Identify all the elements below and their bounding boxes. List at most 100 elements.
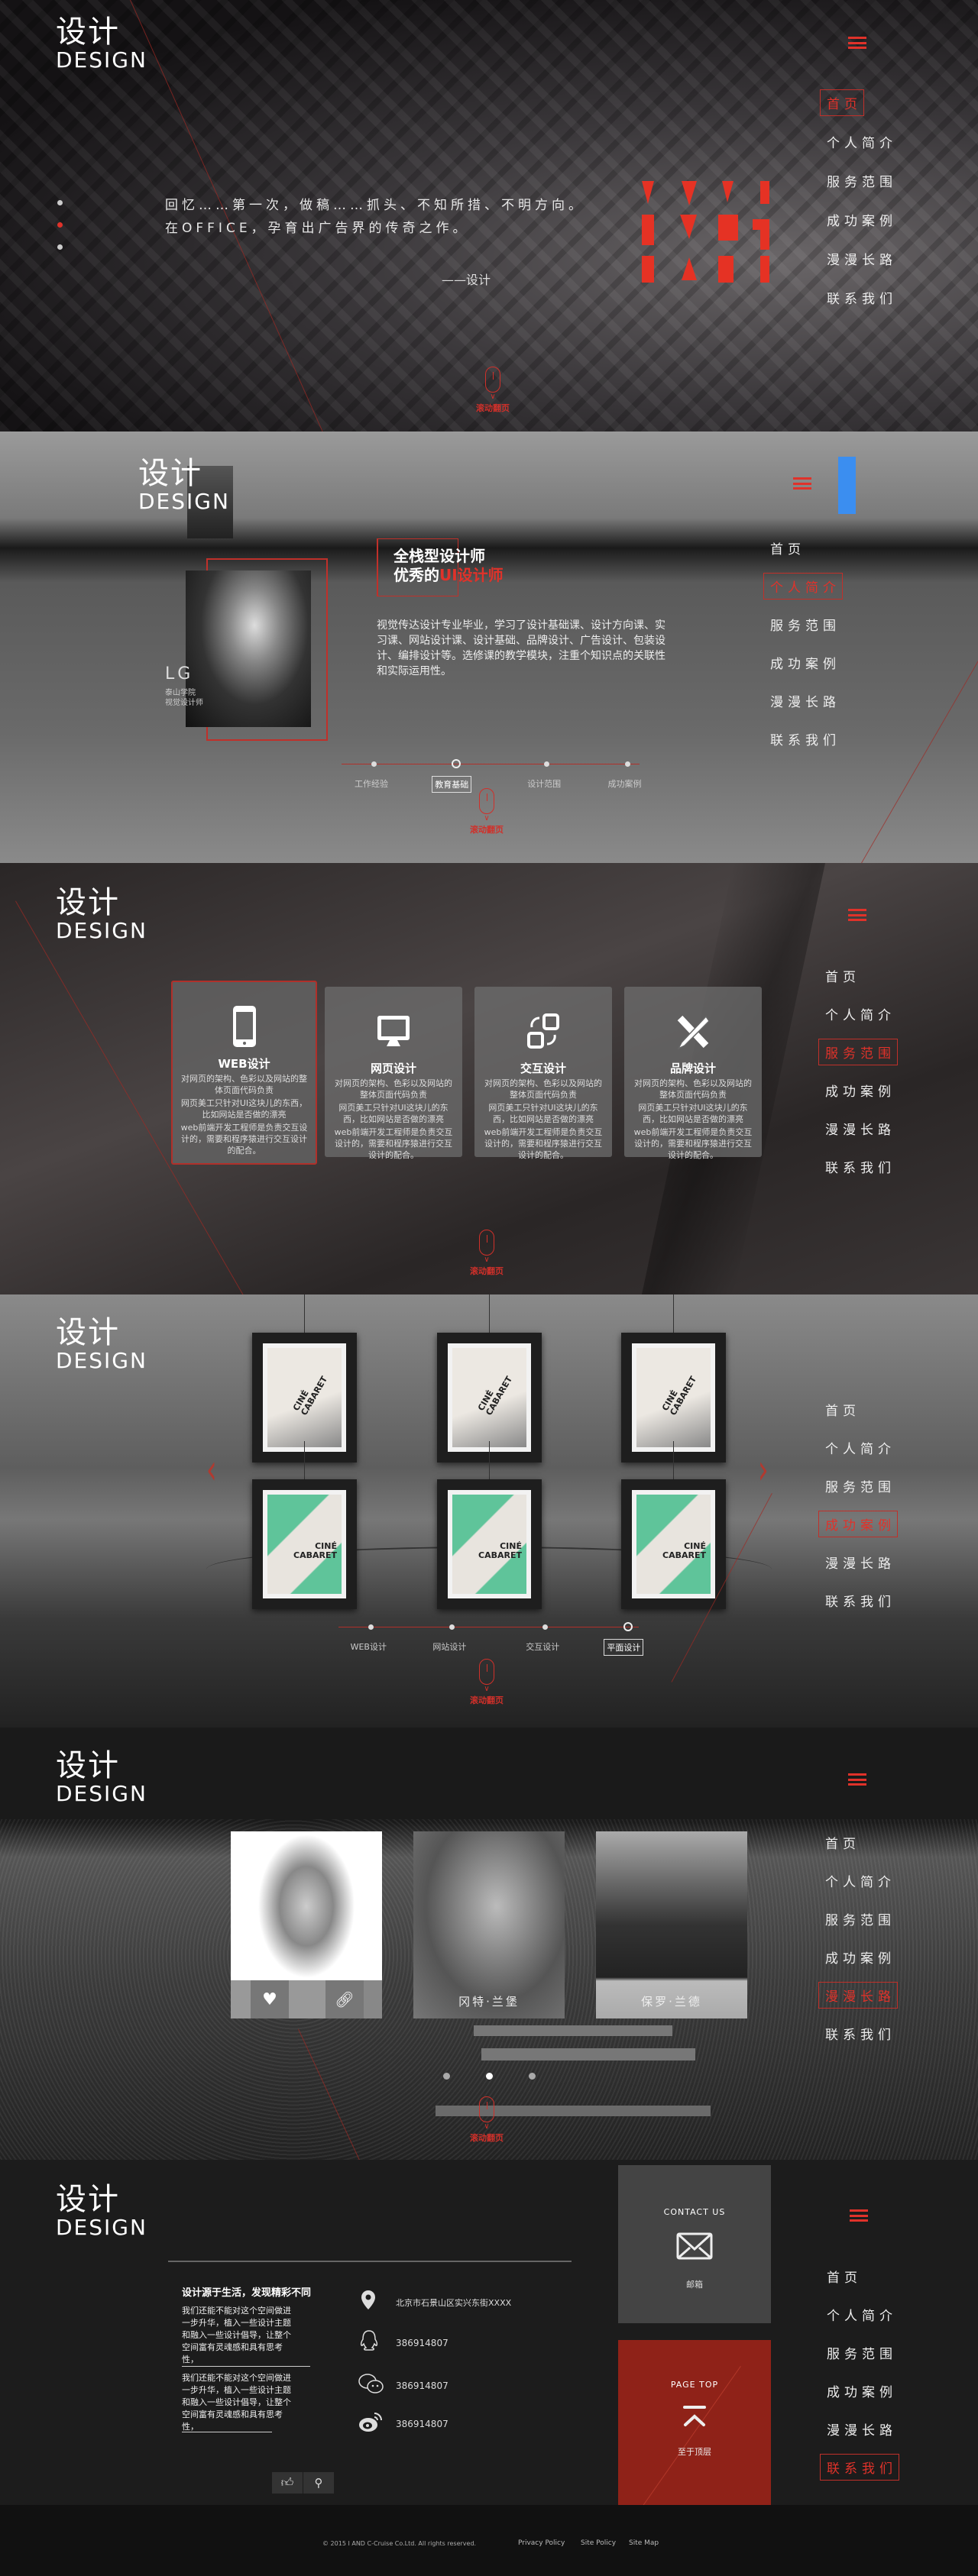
page-top-button[interactable]: PAGE TOP 至于顶层 — [618, 2340, 771, 2505]
nav-item-about[interactable]: 个人简介 — [827, 132, 897, 151]
nav-item-contact[interactable]: 联系我们 — [825, 1157, 895, 1176]
nav-item-home[interactable]: 首页 — [820, 89, 864, 116]
like-button[interactable]: 👍︎ — [272, 2472, 303, 2494]
logo[interactable]: 设计 DESIGN — [56, 2183, 155, 2244]
mouse-icon — [479, 2096, 494, 2122]
nav-item-services[interactable]: 服务范围 — [825, 1909, 895, 1928]
carousel-dot-active[interactable] — [486, 2073, 493, 2080]
nav-item-home[interactable]: 首页 — [825, 966, 860, 985]
slide-dot[interactable] — [57, 200, 63, 205]
timeline-label[interactable]: 设计范围 — [525, 776, 563, 791]
slide-dot-active[interactable] — [57, 222, 63, 228]
poster-frame[interactable]: CINÉ CABARET — [252, 1479, 357, 1609]
timeline-dot[interactable] — [452, 759, 461, 768]
menu-icon[interactable] — [848, 1773, 866, 1786]
nav-item-cases[interactable]: 成功案例 — [818, 1511, 898, 1537]
menu-icon[interactable] — [848, 909, 866, 921]
designer-card[interactable]: 冈特·兰堡 — [413, 1831, 565, 2018]
nav-item-about[interactable]: 个人简介 — [825, 1871, 895, 1890]
nav-item-home[interactable]: 首页 — [825, 1400, 860, 1419]
nav-item-contact[interactable]: 联系我们 — [820, 2454, 899, 2481]
nav-item-services[interactable]: 服务范围 — [827, 171, 897, 190]
nav-item-services[interactable]: 服务范围 — [818, 1039, 898, 1065]
service-card[interactable]: 网页设计 对网页的架构、色彩以及网站的整体页面代码负责 网页美工只针对UI这块儿的东… — [325, 987, 462, 1160]
timeline-label[interactable]: 交互设计 — [523, 1639, 562, 1654]
nav-item-about[interactable]: 个人简介 — [763, 573, 843, 600]
nav-item-cases[interactable]: 成功案例 — [825, 1081, 895, 1100]
timeline-dot[interactable] — [544, 761, 550, 767]
nav-item-journey[interactable]: 漫漫长路 — [818, 1982, 898, 2009]
nav-item-about[interactable]: 个人简介 — [825, 1438, 895, 1457]
nav-item-about[interactable]: 个人简介 — [827, 2305, 897, 2324]
nav-item-cases[interactable]: 成功案例 — [827, 210, 897, 229]
heart-icon[interactable]: ♥ — [251, 1980, 289, 2018]
menu-icon[interactable] — [850, 2209, 868, 2222]
timeline-dot[interactable] — [368, 1624, 374, 1630]
prev-arrow-icon[interactable]: ‹ — [206, 1446, 217, 1495]
timeline-dot[interactable] — [542, 1624, 549, 1630]
menu-icon[interactable] — [848, 37, 866, 49]
site-map-link[interactable]: Site Map — [629, 2539, 659, 2547]
timeline-label[interactable]: WEB设计 — [348, 1639, 389, 1654]
timeline-label[interactable]: 平面设计 — [604, 1639, 644, 1656]
scroll-hint-label: 滚动翻页 — [470, 2133, 504, 2143]
weibo-icon — [359, 2413, 382, 2432]
nav-item-contact[interactable]: 联系我们 — [770, 729, 840, 748]
designer-card[interactable]: 保罗·兰德 — [596, 1831, 747, 2018]
carousel-dot[interactable] — [443, 2073, 450, 2080]
nav-item-journey[interactable]: 漫漫长路 — [827, 249, 897, 268]
site-policy-link[interactable]: Site Policy — [581, 2539, 616, 2547]
logo[interactable]: 设计 DESIGN — [138, 457, 238, 518]
nav-item-cases[interactable]: 成功案例 — [827, 2381, 897, 2400]
nav-item-home[interactable]: 首页 — [770, 538, 805, 558]
hero-section: 设计 DESIGN 回忆……第一次，做稿……抓头、不知所措、不明方向。 在OFFI… — [0, 0, 978, 431]
next-arrow-icon[interactable]: › — [758, 1446, 769, 1495]
contact-us-box[interactable]: CONTACT US 邮箱 — [618, 2165, 771, 2323]
timeline-label[interactable]: 网站设计 — [430, 1639, 468, 1654]
nav-item-home[interactable]: 首页 — [827, 2267, 862, 2286]
service-card[interactable]: 交互设计 对网页的架构、色彩以及网站的整体页面代码负责 网页美工只针对UI这块儿的东… — [474, 987, 612, 1160]
share-button[interactable]: ⚲ — [303, 2472, 334, 2494]
scroll-hint[interactable]: ∨ 滚动翻页 — [464, 1659, 510, 1706]
poster-frame[interactable]: CINÉ CABARET — [437, 1479, 542, 1609]
designer-card[interactable]: ♥ 🔗︎ — [231, 1831, 382, 2018]
poster-frame[interactable]: CINÉ CABARET — [621, 1479, 726, 1609]
nav-item-journey[interactable]: 漫漫长路 — [825, 1553, 895, 1572]
timeline-label[interactable]: 工作经验 — [352, 776, 390, 791]
logo[interactable]: 设计 DESIGN — [56, 1316, 155, 1377]
nav-item-journey[interactable]: 漫漫长路 — [770, 691, 840, 710]
carousel-dot[interactable] — [529, 2073, 536, 2080]
nav-item-about[interactable]: 个人简介 — [825, 1004, 895, 1023]
nav-item-home[interactable]: 首页 — [825, 1833, 860, 1852]
nav-item-services[interactable]: 服务范围 — [770, 615, 840, 634]
scroll-hint[interactable]: ∨ 滚动翻页 — [464, 788, 510, 836]
logo[interactable]: 设计 DESIGN — [56, 886, 155, 947]
timeline-dot[interactable] — [449, 1624, 455, 1630]
nav-item-services[interactable]: 服务范围 — [827, 2343, 897, 2362]
service-card-title: 网页设计 — [370, 1062, 416, 1075]
nav-item-contact[interactable]: 联系我们 — [825, 1591, 895, 1610]
scroll-hint[interactable]: ∨ 滚动翻页 — [470, 367, 516, 414]
timeline-label[interactable]: 成功案例 — [606, 776, 644, 791]
nav-item-journey[interactable]: 漫漫长路 — [827, 2419, 897, 2439]
nav-item-journey[interactable]: 漫漫长路 — [825, 1119, 895, 1138]
nav-item-cases[interactable]: 成功案例 — [770, 653, 840, 672]
logo[interactable]: 设计 DESIGN — [56, 1749, 155, 1810]
timeline-dot[interactable] — [371, 761, 377, 767]
nav-item-services[interactable]: 服务范围 — [825, 1476, 895, 1495]
nav-item-cases[interactable]: 成功案例 — [825, 1947, 895, 1967]
timeline-dot[interactable] — [623, 1622, 633, 1631]
nav-item-contact[interactable]: 联系我们 — [825, 2024, 895, 2043]
logo[interactable]: 设计 DESIGN — [56, 15, 155, 76]
link-icon[interactable]: 🔗︎ — [325, 1980, 364, 2018]
timeline-dot[interactable] — [624, 761, 630, 767]
designer-actions: ♥ 🔗︎ — [231, 1980, 382, 2018]
service-card[interactable]: WEB设计 对网页的架构、色彩以及网站的整体页面代码负责 网页美工只针对UI这块儿的… — [171, 981, 317, 1165]
nav-item-contact[interactable]: 联系我们 — [827, 288, 897, 307]
privacy-policy-link[interactable]: Privacy Policy — [518, 2539, 565, 2547]
menu-icon[interactable] — [793, 477, 811, 490]
service-card[interactable]: 品牌设计 对网页的架构、色彩以及网站的整体页面代码负责 网页美工只针对UI这块儿的东… — [624, 987, 762, 1160]
slide-dot[interactable] — [57, 244, 63, 250]
scroll-hint[interactable]: ∨ 滚动翻页 — [464, 2096, 510, 2144]
scroll-hint[interactable]: ∨ 滚动翻页 — [464, 1230, 510, 1277]
